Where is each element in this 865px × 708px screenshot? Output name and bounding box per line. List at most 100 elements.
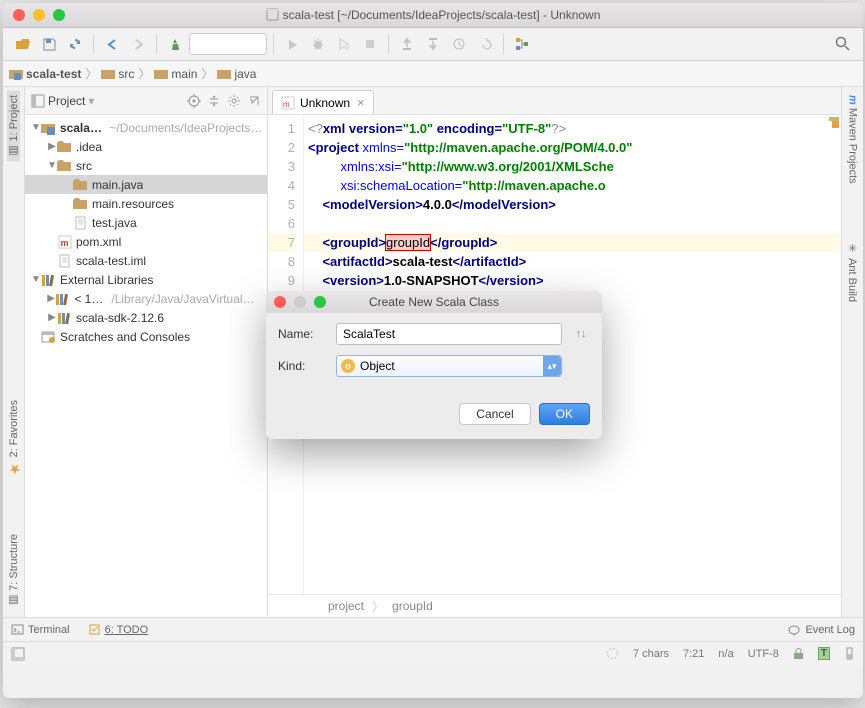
tree-arrow-icon[interactable]: ▶ [47, 293, 55, 304]
todo-tool-button[interactable]: 6: TODO [88, 623, 149, 636]
line-number[interactable]: 6 [268, 214, 295, 233]
open-icon[interactable] [11, 32, 35, 56]
project-tool-tab[interactable]: ▤ 1: Project [7, 91, 20, 162]
build-icon[interactable] [163, 32, 187, 56]
tree-label: main.resources [92, 197, 174, 211]
code-line[interactable]: <version>1.0-SNAPSHOT</version> [304, 271, 841, 290]
code-line[interactable]: <groupId>groupId</groupId> [304, 233, 841, 252]
code-line[interactable]: <?xml version="1.0" encoding="UTF-8"?> [304, 119, 841, 138]
debug-icon[interactable] [306, 32, 330, 56]
search-icon[interactable] [831, 32, 855, 56]
tree-label: < 1.8 > [74, 292, 105, 306]
tree-arrow-icon[interactable]: ▼ [31, 274, 41, 285]
tree-row[interactable]: ▶.idea [25, 137, 267, 156]
breadcrumb-item[interactable]: main [152, 67, 199, 81]
kind-dropdown[interactable]: o Object ▴▾ [336, 355, 562, 377]
run-icon[interactable] [280, 32, 304, 56]
project-tree[interactable]: ▼scala-test~/Documents/IdeaProjects/scal… [25, 115, 267, 349]
ok-button[interactable]: OK [539, 403, 590, 425]
folder-icon [73, 177, 89, 193]
gear-icon[interactable] [227, 94, 241, 108]
tree-row[interactable]: main.java [25, 175, 267, 194]
event-log-button[interactable]: Event Log [788, 623, 855, 636]
sort-toggle-icon[interactable]: ↑↓ [572, 328, 590, 340]
favorites-tool-tab[interactable]: ★ 2: Favorites [6, 396, 22, 481]
forward-icon[interactable] [126, 32, 150, 56]
maven-tool-tab[interactable]: m Maven Projects [847, 91, 859, 188]
collapse-all-icon[interactable] [207, 94, 221, 108]
tree-path: /Library/Java/JavaVirtualMachines [111, 292, 263, 306]
line-separator[interactable]: n/a [718, 648, 733, 660]
error-stripe[interactable] [832, 121, 839, 128]
target-icon[interactable] [187, 94, 201, 108]
line-number[interactable]: 1 [268, 119, 295, 138]
tree-row[interactable]: ▶scala-sdk-2.12.6 [25, 308, 267, 327]
tree-row[interactable]: ▼src [25, 156, 267, 175]
breadcrumb-item[interactable]: src [99, 67, 136, 81]
file-encoding[interactable]: UTF-8 [748, 648, 779, 660]
tree-row[interactable]: scala-test.iml [25, 251, 267, 270]
code-line[interactable]: <artifactId>scala-test</artifactId> [304, 252, 841, 271]
breadcrumb-item[interactable]: java [215, 67, 258, 81]
line-number[interactable]: 2 [268, 138, 295, 157]
hide-icon[interactable] [247, 94, 261, 108]
code-line[interactable]: xmlns:xsi="http://www.w3.org/2001/XMLSch… [304, 157, 841, 176]
editor-breadcrumb: project〉groupId [268, 594, 841, 617]
code-line[interactable]: <project xmlns="http://maven.apache.org/… [304, 138, 841, 157]
line-number[interactable]: 4 [268, 176, 295, 195]
close-tab-icon[interactable]: × [357, 95, 365, 110]
coverage-icon[interactable] [332, 32, 356, 56]
terminal-tool-button[interactable]: Terminal [11, 623, 70, 636]
tree-row[interactable]: ▼scala-test~/Documents/IdeaProjects/scal… [25, 118, 267, 137]
editor-bc-item[interactable]: project [328, 599, 364, 613]
code-line[interactable]: xsi:schemaLocation="http://maven.apache.… [304, 176, 841, 195]
tree-arrow-icon[interactable]: ▶ [47, 141, 57, 152]
stop-icon[interactable] [358, 32, 382, 56]
breadcrumb-item[interactable]: scala-test [7, 67, 83, 81]
chevron-down-icon[interactable]: ▾ [88, 94, 94, 108]
lock-icon[interactable] [793, 647, 804, 660]
code-line[interactable] [304, 214, 841, 233]
vcs-revert-icon[interactable] [473, 32, 497, 56]
structure-tool-tab[interactable]: ▤ 7: Structure [7, 530, 20, 611]
memory-indicator-icon[interactable] [844, 647, 855, 660]
tree-arrow-icon[interactable]: ▶ [47, 312, 57, 323]
vcs-update-icon[interactable] [395, 32, 419, 56]
inspection-toggle-icon[interactable]: T [818, 647, 830, 660]
tree-arrow-icon[interactable]: ▼ [31, 122, 41, 133]
tree-label: External Libraries [60, 273, 153, 287]
line-number[interactable]: 9 [268, 271, 295, 290]
vcs-commit-icon[interactable] [421, 32, 445, 56]
line-number[interactable]: 7 [268, 233, 295, 252]
name-input[interactable] [336, 323, 562, 345]
tree-row[interactable]: Scratches and Consoles [25, 327, 267, 346]
line-number[interactable]: 8 [268, 252, 295, 271]
save-all-icon[interactable] [37, 32, 61, 56]
folder-icon [57, 139, 73, 155]
editor-tab[interactable]: m Unknown × [272, 90, 374, 114]
run-config-dropdown[interactable] [189, 33, 267, 55]
maven-file-icon: m [281, 96, 295, 110]
tree-arrow-icon[interactable]: ▼ [47, 160, 57, 171]
tree-row[interactable]: ▼ External Libraries [25, 270, 267, 289]
structure-icon[interactable] [510, 32, 534, 56]
tree-row[interactable]: test.java [25, 213, 267, 232]
tree-label: scala-test.iml [76, 254, 146, 268]
folder-icon [57, 158, 73, 174]
tree-row[interactable]: main.resources [25, 194, 267, 213]
caret-position[interactable]: 7:21 [683, 648, 704, 660]
back-icon[interactable] [100, 32, 124, 56]
ant-tool-tab[interactable]: ✳ Ant Build [846, 238, 859, 306]
bg-tasks-icon[interactable] [606, 647, 619, 660]
line-number[interactable]: 5 [268, 195, 295, 214]
line-number[interactable]: 3 [268, 157, 295, 176]
cancel-button[interactable]: Cancel [459, 403, 530, 425]
tool-windows-toggle-icon[interactable] [11, 647, 33, 661]
editor-bc-item[interactable]: groupId [392, 599, 433, 613]
tree-row[interactable]: mpom.xml [25, 232, 267, 251]
tree-row[interactable]: ▶ < 1.8 > /Library/Java/JavaVirtualMachine… [25, 289, 267, 308]
svg-text:m: m [61, 238, 69, 248]
code-line[interactable]: <modelVersion>4.0.0</modelVersion> [304, 195, 841, 214]
sync-icon[interactable] [63, 32, 87, 56]
vcs-history-icon[interactable] [447, 32, 471, 56]
